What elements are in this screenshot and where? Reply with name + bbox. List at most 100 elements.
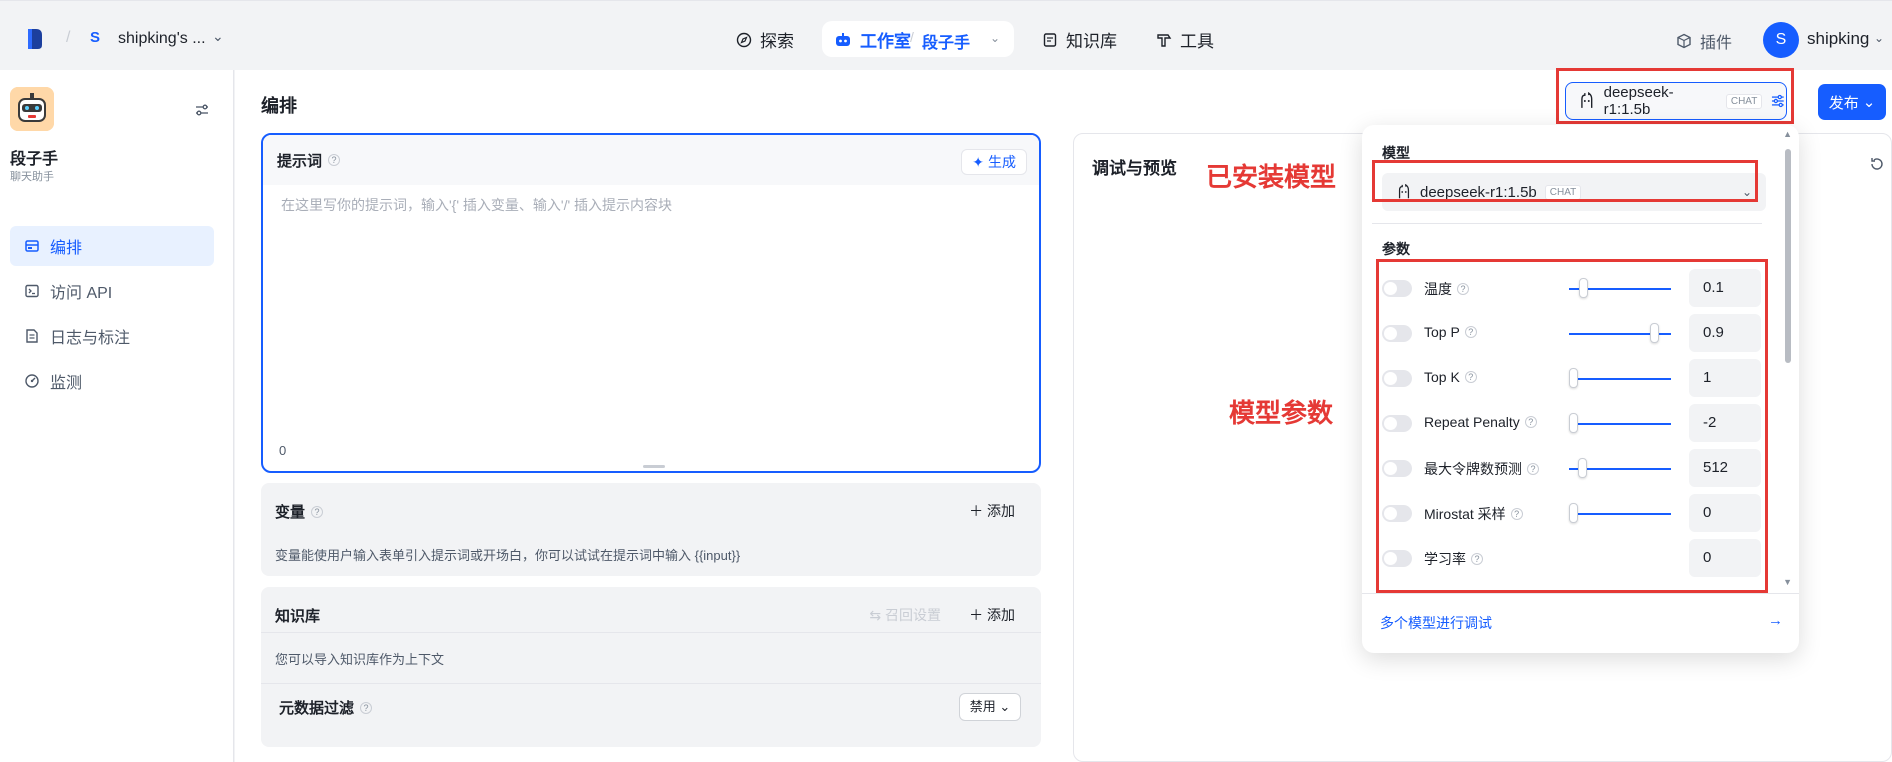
variables-section: 变量 ? ＋ 添加 变量能使用户输入表单引入提示词或开场白，你可以试试在提示词中… xyxy=(261,483,1041,576)
add-knowledge-button[interactable]: ＋ 添加 xyxy=(969,605,1015,625)
metadata-filter-select[interactable]: 禁用 ⌄ xyxy=(959,693,1021,721)
metadata-filter-value: 禁用 xyxy=(969,699,996,714)
robot-icon xyxy=(836,32,850,46)
recall-settings-button[interactable]: ⇆ 召回设置 xyxy=(869,605,941,625)
sliders-icon: ⇆ xyxy=(869,607,882,623)
plugins-label: 插件 xyxy=(1700,35,1733,52)
annotation-model-params-label: 模型参数 xyxy=(1229,398,1334,428)
variables-title: 变量 ? xyxy=(275,501,324,522)
prompt-header: 提示词 ? xyxy=(263,135,1039,185)
app-title: 段子手 xyxy=(10,151,59,168)
nav-studio-app[interactable]: 段子手 xyxy=(922,29,970,53)
sidebar-item-label: 访问 API xyxy=(50,285,113,302)
annotation-highlight-box xyxy=(1556,68,1794,124)
generate-button[interactable]: ✦ 生成 xyxy=(961,149,1027,175)
prompt-label: 提示词 xyxy=(277,152,323,170)
help-icon[interactable]: ? xyxy=(311,505,324,518)
chevron-down-icon: ⌄ xyxy=(999,699,1011,714)
compass-icon xyxy=(736,32,752,47)
publish-button[interactable]: 发布 ⌄ xyxy=(1818,84,1886,120)
hammer-icon xyxy=(1157,33,1172,47)
plus-icon: ＋ xyxy=(969,607,984,623)
sidebar-item-label: 监测 xyxy=(50,375,83,392)
top-navigation-bar: / S shipking's ... ⌄ 探索 工作室 / 段子手 ⌄ 知识库 … xyxy=(0,0,1892,70)
nav-studio-label: 工作室 xyxy=(860,32,911,51)
knowledge-title-label: 知识库 xyxy=(275,608,321,625)
plugins-button[interactable]: 插件 xyxy=(1676,29,1732,53)
workspace-badge: S xyxy=(90,29,101,46)
workspace-name[interactable]: shipking's ... xyxy=(118,30,206,48)
robot-face-icon xyxy=(10,87,54,131)
help-icon[interactable]: ? xyxy=(360,701,373,714)
nav-explore[interactable]: 探索 xyxy=(736,27,794,52)
help-icon[interactable]: ? xyxy=(328,154,341,166)
nav-tools-label: 工具 xyxy=(1180,32,1214,51)
sidebar-item-monitor[interactable]: 监测 xyxy=(10,361,214,401)
character-count: 0 xyxy=(279,443,287,458)
prompt-editor[interactable]: 提示词 ? ✦ 生成 在这里写你的提示词，输入'{' 插入变量、输入'/' 插入… xyxy=(261,133,1041,473)
nav-tools[interactable]: 工具 xyxy=(1156,27,1214,52)
sidebar-item-label: 日志与标注 xyxy=(50,330,131,347)
page-title: 编排 xyxy=(261,96,297,116)
divider xyxy=(1372,223,1762,224)
sidebar-item-logs[interactable]: 日志与标注 xyxy=(10,316,214,356)
plus-icon: ＋ xyxy=(969,503,984,519)
publish-label: 发布 xyxy=(1828,94,1859,112)
annotation-installed-models-label: 已安装模型 xyxy=(1206,162,1337,192)
chevron-down-icon[interactable]: ⌄ xyxy=(990,31,1000,45)
params-section-label: 参数 xyxy=(1382,241,1410,257)
app-sidebar: 段子手 聊天助手 编排 访问 API 日志与标注 监测 xyxy=(0,70,234,762)
refresh-icon[interactable] xyxy=(1869,156,1885,172)
app-subtitle: 聊天助手 xyxy=(10,171,54,183)
prompt-input[interactable]: 在这里写你的提示词，输入'{' 插入变量、输入'/' 插入提示内容块 xyxy=(281,195,672,215)
arrow-right-icon[interactable]: → xyxy=(1768,612,1783,629)
resize-handle[interactable] xyxy=(643,465,665,468)
add-variable-button[interactable]: ＋ 添加 xyxy=(969,501,1015,521)
variables-description: 变量能使用户输入表单引入提示词或开场白，你可以试试在提示词中输入 {{input… xyxy=(275,548,741,563)
sparkle-icon: ✦ xyxy=(972,153,984,170)
sidebar-item-api[interactable]: 访问 API xyxy=(10,271,214,311)
add-variable-label: 添加 xyxy=(987,503,1015,519)
divider xyxy=(261,632,1041,633)
nav-knowledge[interactable]: 知识库 xyxy=(1042,27,1117,52)
sidebar-item-orchestrate[interactable]: 编排 xyxy=(10,226,214,266)
variables-title-label: 变量 xyxy=(275,504,306,521)
breadcrumb-separator: / xyxy=(66,29,71,46)
add-knowledge-label: 添加 xyxy=(987,607,1015,623)
annotation-installed-model-box xyxy=(1372,160,1758,202)
app-avatar xyxy=(10,87,54,131)
popover-footer: 多个模型进行调试 → xyxy=(1362,593,1799,653)
recall-settings-label: 召回设置 xyxy=(885,607,941,623)
annotation-params-box xyxy=(1376,259,1768,593)
knowledge-title: 知识库 xyxy=(275,605,320,626)
user-name[interactable]: shipking xyxy=(1807,29,1869,49)
nav-explore-label: 探索 xyxy=(760,32,794,51)
layout-icon xyxy=(25,240,39,252)
cube-icon xyxy=(1677,33,1691,49)
sidebar-item-label: 编排 xyxy=(50,240,83,257)
scroll-up-arrow-icon[interactable]: ▲ xyxy=(1783,129,1792,139)
terminal-icon xyxy=(25,284,39,298)
divider xyxy=(261,683,1041,684)
generate-label: 生成 xyxy=(988,154,1016,170)
debug-title: 调试与预览 xyxy=(1092,159,1177,178)
multi-model-debug-link[interactable]: 多个模型进行调试 xyxy=(1380,613,1492,633)
chevron-down-icon[interactable]: ⌄ xyxy=(212,28,224,45)
knowledge-description: 您可以导入知识库作为上下文 xyxy=(275,652,445,667)
document-icon xyxy=(26,329,38,343)
book-icon xyxy=(1043,32,1057,47)
scroll-down-arrow-icon[interactable]: ▼ xyxy=(1783,577,1792,587)
chevron-down-icon: ⌄ xyxy=(1862,94,1876,111)
user-avatar[interactable]: S xyxy=(1763,22,1799,58)
nav-studio[interactable]: 工作室 xyxy=(834,27,911,52)
nav-divider: / xyxy=(910,29,914,45)
chevron-down-icon[interactable]: ⌄ xyxy=(1874,31,1884,45)
settings-sliders-icon[interactable] xyxy=(194,102,210,118)
popover-scrollbar[interactable] xyxy=(1785,149,1791,363)
metadata-filter-label: 元数据过滤 xyxy=(279,700,355,717)
metadata-filter-title: 元数据过滤 ? xyxy=(279,697,373,718)
knowledge-section: 知识库 ⇆ 召回设置 ＋ 添加 您可以导入知识库作为上下文 元数据过滤 ? 禁用… xyxy=(261,587,1041,747)
nav-knowledge-label: 知识库 xyxy=(1066,32,1117,51)
gauge-icon xyxy=(25,374,39,388)
app-logo-icon[interactable] xyxy=(26,27,44,51)
